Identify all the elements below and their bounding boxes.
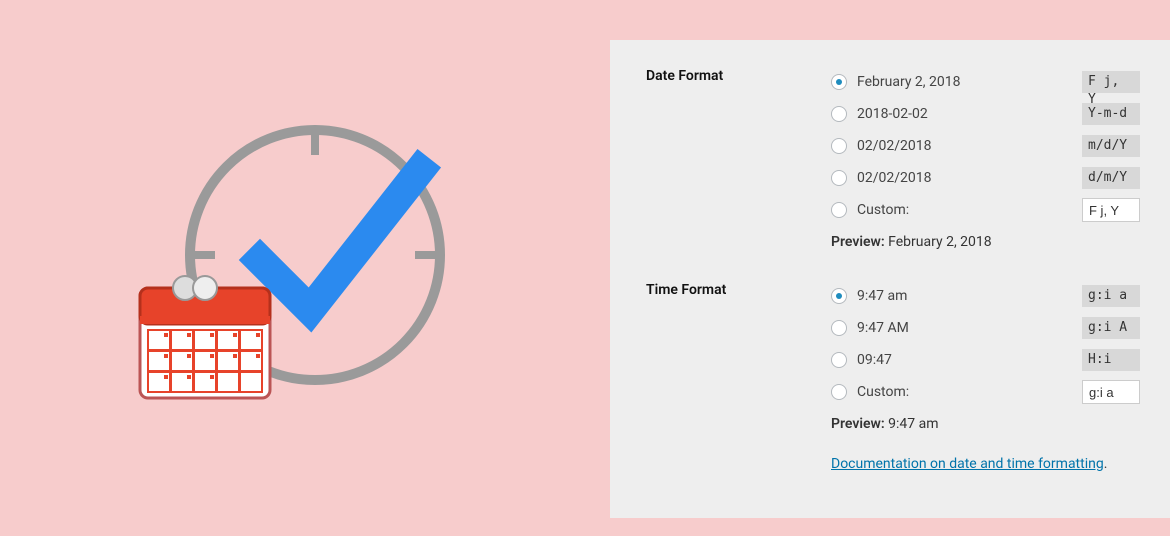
clock-calendar-illustration <box>120 100 460 440</box>
date-custom-label[interactable]: Custom: <box>857 202 1082 218</box>
time-option-code: g:i A <box>1082 317 1140 339</box>
date-option-example[interactable]: February 2, 2018 <box>857 74 1082 90</box>
date-option-row[interactable]: 02/02/2018 m/d/Y <box>831 130 1140 162</box>
time-preview-value: 9:47 am <box>888 416 938 432</box>
date-format-section: Date Format February 2, 2018 F j, Y 2018… <box>646 66 1140 250</box>
time-custom-label[interactable]: Custom: <box>857 384 1082 400</box>
date-option-example[interactable]: 02/02/2018 <box>857 138 1082 154</box>
time-option-example[interactable]: 9:47 AM <box>857 320 1082 336</box>
date-option-code: Y-m-d <box>1082 103 1140 125</box>
date-preview-value: February 2, 2018 <box>888 234 992 250</box>
time-custom-row[interactable]: Custom: <box>831 376 1140 408</box>
radio-icon[interactable] <box>831 384 847 400</box>
date-preview-label: Preview: <box>831 234 885 250</box>
radio-checked-icon[interactable] <box>831 74 847 90</box>
date-option-example[interactable]: 02/02/2018 <box>857 170 1082 186</box>
date-custom-input[interactable] <box>1082 198 1140 222</box>
time-option-row[interactable]: 09:47 H:i <box>831 344 1140 376</box>
radio-icon[interactable] <box>831 106 847 122</box>
date-format-label: Date Format <box>646 66 831 250</box>
time-option-code: g:i a <box>1082 285 1140 307</box>
radio-checked-icon[interactable] <box>831 288 847 304</box>
date-option-code: m/d/Y <box>1082 135 1140 157</box>
time-format-section: Time Format 9:47 am g:i a 9:47 AM g:i A … <box>646 280 1140 432</box>
time-option-example[interactable]: 9:47 am <box>857 288 1082 304</box>
radio-icon[interactable] <box>831 138 847 154</box>
time-option-row[interactable]: 9:47 AM g:i A <box>831 312 1140 344</box>
radio-icon[interactable] <box>831 352 847 368</box>
date-option-code: d/m/Y <box>1082 167 1140 189</box>
date-format-options: February 2, 2018 F j, Y 2018-02-02 Y-m-d… <box>831 66 1140 250</box>
time-preview-row: Preview: 9:47 am <box>831 416 1140 432</box>
date-option-row[interactable]: 2018-02-02 Y-m-d <box>831 98 1140 130</box>
doc-link[interactable]: Documentation on date and time formattin… <box>831 456 1104 472</box>
time-format-label: Time Format <box>646 280 831 432</box>
doc-link-row: Documentation on date and time formattin… <box>831 456 1140 472</box>
date-option-row[interactable]: 02/02/2018 d/m/Y <box>831 162 1140 194</box>
date-option-code: F j, Y <box>1082 71 1140 93</box>
radio-icon[interactable] <box>831 202 847 218</box>
date-custom-row[interactable]: Custom: <box>831 194 1140 226</box>
date-option-row[interactable]: February 2, 2018 F j, Y <box>831 66 1140 98</box>
time-format-options: 9:47 am g:i a 9:47 AM g:i A 09:47 H:i Cu… <box>831 280 1140 432</box>
date-preview-row: Preview: February 2, 2018 <box>831 234 1140 250</box>
time-option-example[interactable]: 09:47 <box>857 352 1082 368</box>
settings-panel: Date Format February 2, 2018 F j, Y 2018… <box>610 40 1170 518</box>
radio-icon[interactable] <box>831 320 847 336</box>
time-option-code: H:i <box>1082 349 1140 371</box>
time-option-row[interactable]: 9:47 am g:i a <box>831 280 1140 312</box>
time-custom-input[interactable] <box>1082 380 1140 404</box>
date-option-example[interactable]: 2018-02-02 <box>857 106 1082 122</box>
radio-icon[interactable] <box>831 170 847 186</box>
time-preview-label: Preview: <box>831 416 885 432</box>
